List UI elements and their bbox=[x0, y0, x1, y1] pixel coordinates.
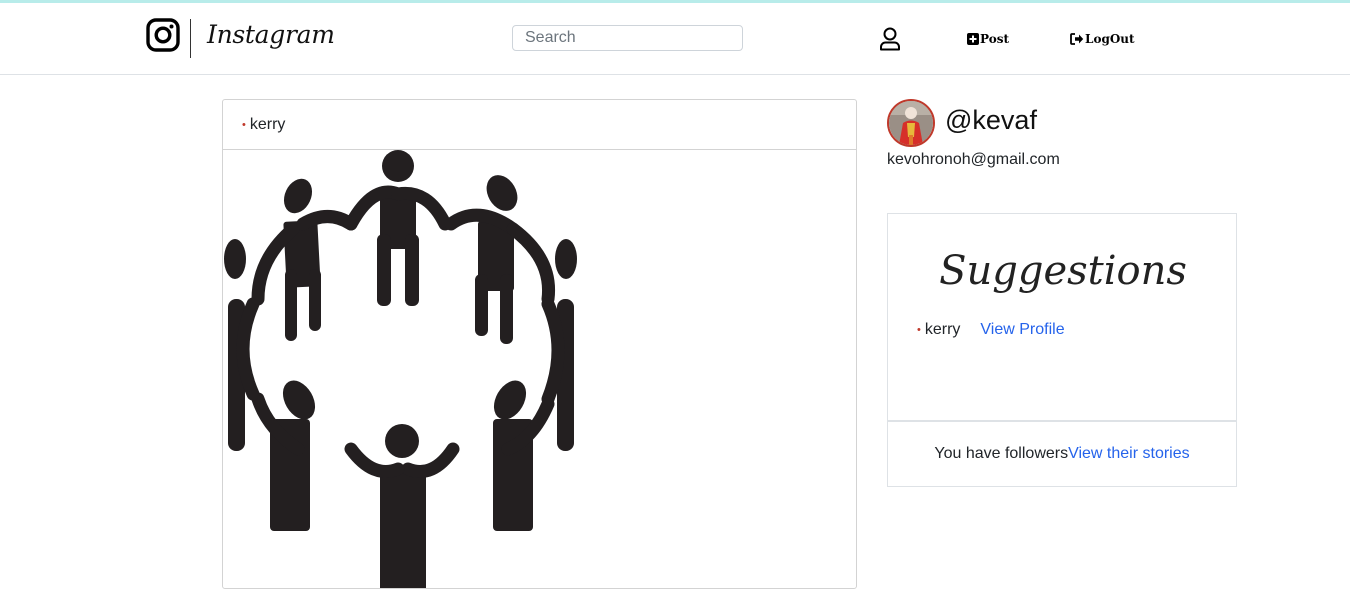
post-button-label: Post bbox=[980, 32, 1010, 46]
profile-username: @kevaf bbox=[945, 105, 1037, 135]
post-card: • kerry bbox=[222, 99, 857, 589]
bullet-icon: • bbox=[917, 324, 921, 336]
suggestion-item: • kerry View Profile bbox=[917, 321, 1065, 339]
logout-button[interactable]: LogOut bbox=[1070, 31, 1135, 47]
post-author[interactable]: kerry bbox=[250, 116, 286, 134]
post-button[interactable]: Post bbox=[967, 31, 1009, 47]
suggestions-card: Suggestions • kerry View Profile bbox=[887, 213, 1237, 421]
profile-icon[interactable] bbox=[879, 27, 901, 51]
avatar-image bbox=[889, 101, 933, 145]
plus-square-icon bbox=[967, 33, 979, 45]
post-header: • kerry bbox=[223, 100, 856, 150]
suggestions-title: Suggestions bbox=[939, 248, 1187, 294]
instagram-logo-icon[interactable] bbox=[146, 18, 180, 52]
view-profile-link[interactable]: View Profile bbox=[980, 321, 1064, 339]
followers-card: You have followers View their stories bbox=[887, 421, 1237, 487]
view-stories-link[interactable]: View their stories bbox=[1068, 445, 1190, 463]
suggestion-name: kerry bbox=[924, 321, 961, 338]
brand-logo[interactable]: Instagram bbox=[207, 20, 335, 49]
followers-text: You have followers bbox=[934, 445, 1069, 462]
bullet-icon: • bbox=[242, 118, 246, 131]
nav-divider bbox=[190, 19, 191, 58]
profile-email: kevohronoh@gmail.com bbox=[887, 151, 1060, 168]
navbar: Instagram Post LogOut bbox=[0, 3, 1350, 75]
logout-button-label: LogOut bbox=[1085, 32, 1135, 46]
sign-out-icon bbox=[1070, 33, 1084, 45]
post-image bbox=[224, 150, 577, 588]
search-input[interactable] bbox=[512, 25, 743, 51]
avatar[interactable] bbox=[887, 99, 935, 147]
